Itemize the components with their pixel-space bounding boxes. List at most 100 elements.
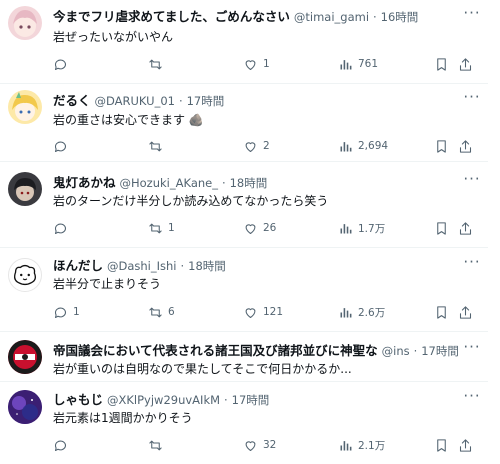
views-button[interactable]: 2,694 (338, 136, 388, 156)
avatar[interactable] (8, 390, 42, 424)
display-name[interactable]: 今までフリ虐求めてました、ごめんなさい (53, 9, 290, 24)
views-button[interactable]: 2.6万 (338, 302, 385, 322)
tweet[interactable]: ほんだし @Dashi_Ishi · 18時間 ··· 岩半分で止まりそう 1 … (0, 248, 488, 332)
share-button[interactable] (458, 54, 473, 74)
reply-icon (54, 223, 67, 234)
tweet[interactable]: 帝国議会において代表される諸王国及び諸邦並びに神聖な @ins · 17時間 ·… (0, 332, 488, 382)
retweet-button[interactable] (148, 54, 163, 74)
tweet-header: 今までフリ虐求めてました、ごめんなさい @timai_gami · 16時間 (53, 9, 419, 24)
timestamp[interactable]: 18時間 (188, 259, 226, 273)
bookmark-icon (437, 57, 446, 71)
like-button[interactable]: 1 (243, 54, 270, 74)
like-button[interactable]: 26 (243, 218, 276, 238)
display-name[interactable]: だるく (53, 93, 91, 108)
tweet-text: 岩ぜったいながいやん (53, 30, 174, 44)
reply-icon (54, 141, 67, 152)
more-icon[interactable]: ··· (462, 255, 482, 275)
bookmark-icon (437, 305, 446, 319)
share-button[interactable] (458, 435, 473, 455)
views-button[interactable]: 1.7万 (338, 218, 385, 238)
more-icon[interactable]: ··· (462, 172, 482, 192)
reply-button[interactable] (53, 435, 68, 455)
rock-emoji: 🪨 (188, 113, 204, 127)
views-button[interactable]: 761 (338, 54, 378, 74)
handle[interactable]: @XKlPyjw29uvAIkM (107, 393, 220, 407)
bookmark-button[interactable] (434, 136, 449, 156)
retweet-button[interactable] (148, 136, 163, 156)
handle[interactable]: @ins (382, 344, 410, 358)
handle[interactable]: @Hozuki_AKane_ (120, 176, 218, 190)
tweet[interactable]: 今までフリ虐求めてました、ごめんなさい @timai_gami · 16時間 ·… (0, 0, 488, 84)
retweet-button[interactable] (148, 435, 163, 455)
more-icon[interactable]: ··· (462, 389, 482, 409)
tweet-text: 岩半分で止まりそう (53, 277, 162, 291)
display-name[interactable]: ほんだし (53, 258, 103, 273)
tweet-header: 鬼灯あかね @Hozuki_AKane_ · 18時間 (53, 175, 268, 190)
like-count: 26 (263, 222, 277, 234)
like-button[interactable]: 121 (243, 302, 283, 322)
reply-button[interactable] (53, 218, 68, 238)
tweet-text: 岩のターンだけ半分しか読み込めてなかったら笑う (53, 194, 329, 208)
timestamp[interactable]: 18時間 (230, 176, 268, 190)
more-icon[interactable]: ··· (462, 90, 482, 110)
avatar[interactable] (8, 172, 42, 206)
avatar[interactable] (8, 258, 42, 292)
reply-icon (54, 59, 67, 70)
heart-icon (245, 440, 256, 451)
reply-count: 1 (73, 306, 80, 318)
reply-icon (54, 440, 67, 451)
tweet-text-content: 岩の重さは安心できます (53, 113, 186, 127)
avatar[interactable] (8, 90, 42, 124)
action-bar: 32 2.1万 (0, 435, 488, 455)
avatar-doodle-icon (14, 264, 36, 286)
avatar-dark-character-icon (14, 178, 36, 201)
handle[interactable]: @timai_gami (294, 10, 369, 24)
bookmark-button[interactable] (434, 302, 449, 322)
reply-button[interactable] (53, 136, 68, 156)
retweet-icon (149, 223, 162, 233)
retweet-count: 1 (168, 222, 175, 234)
like-button[interactable]: 32 (243, 435, 276, 455)
display-name[interactable]: 鬼灯あかね (53, 175, 116, 190)
avatar-flag-icon (8, 340, 42, 374)
retweet-button[interactable]: 1 (148, 218, 175, 238)
tweet[interactable]: 鬼灯あかね @Hozuki_AKane_ · 18時間 ··· 岩のターンだけ半… (0, 162, 488, 248)
view-count: 761 (358, 58, 379, 70)
timestamp[interactable]: 17時間 (232, 393, 270, 407)
tweet-text: 岩の重さは安心できます 🪨 (53, 111, 476, 129)
tweet[interactable]: だるく @DARUKU_01 · 17時間 ··· 岩の重さは安心できます 🪨 … (0, 84, 488, 162)
retweet-button[interactable]: 6 (148, 302, 175, 322)
timestamp[interactable]: 17時間 (421, 344, 458, 358)
reply-button[interactable]: 1 (53, 302, 80, 322)
tweet[interactable]: しゃもじ @XKlPyjw29uvAIkM · 17時間 ··· 岩元素は1週間… (0, 382, 488, 464)
more-icon[interactable]: ··· (462, 6, 482, 26)
avatar-galaxy-icon (8, 390, 42, 424)
handle[interactable]: @Dashi_Ishi (107, 259, 177, 273)
avatar[interactable] (8, 340, 42, 374)
tweet-header: だるく @DARUKU_01 · 17時間 (53, 93, 225, 108)
display-name[interactable]: しゃもじ (53, 392, 103, 407)
display-name[interactable]: 帝国議会において代表される諸王国及び諸邦並びに神聖な (53, 343, 378, 358)
bookmark-button[interactable] (434, 54, 449, 74)
like-count: 32 (263, 439, 277, 451)
more-icon[interactable]: ··· (462, 340, 482, 360)
retweet-icon (149, 59, 162, 69)
bookmark-button[interactable] (434, 218, 449, 238)
share-icon (459, 57, 472, 71)
heart-icon (245, 223, 256, 234)
share-button[interactable] (458, 136, 473, 156)
like-button[interactable]: 2 (243, 136, 270, 156)
timestamp[interactable]: 17時間 (187, 94, 225, 108)
share-button[interactable] (458, 218, 473, 238)
handle[interactable]: @DARUKU_01 (95, 94, 175, 108)
share-button[interactable] (458, 302, 473, 322)
bookmark-button[interactable] (434, 435, 449, 455)
tweet-text: 岩が重いのは自明なので果たしてそこで何日かかるか... (53, 362, 352, 376)
like-count: 2 (263, 140, 270, 152)
views-button[interactable]: 2.1万 (338, 435, 385, 455)
reply-button[interactable] (53, 54, 68, 74)
avatar[interactable] (8, 6, 42, 40)
bookmark-icon (437, 139, 446, 153)
like-count: 121 (263, 306, 284, 318)
timestamp[interactable]: 16時間 (381, 10, 419, 24)
